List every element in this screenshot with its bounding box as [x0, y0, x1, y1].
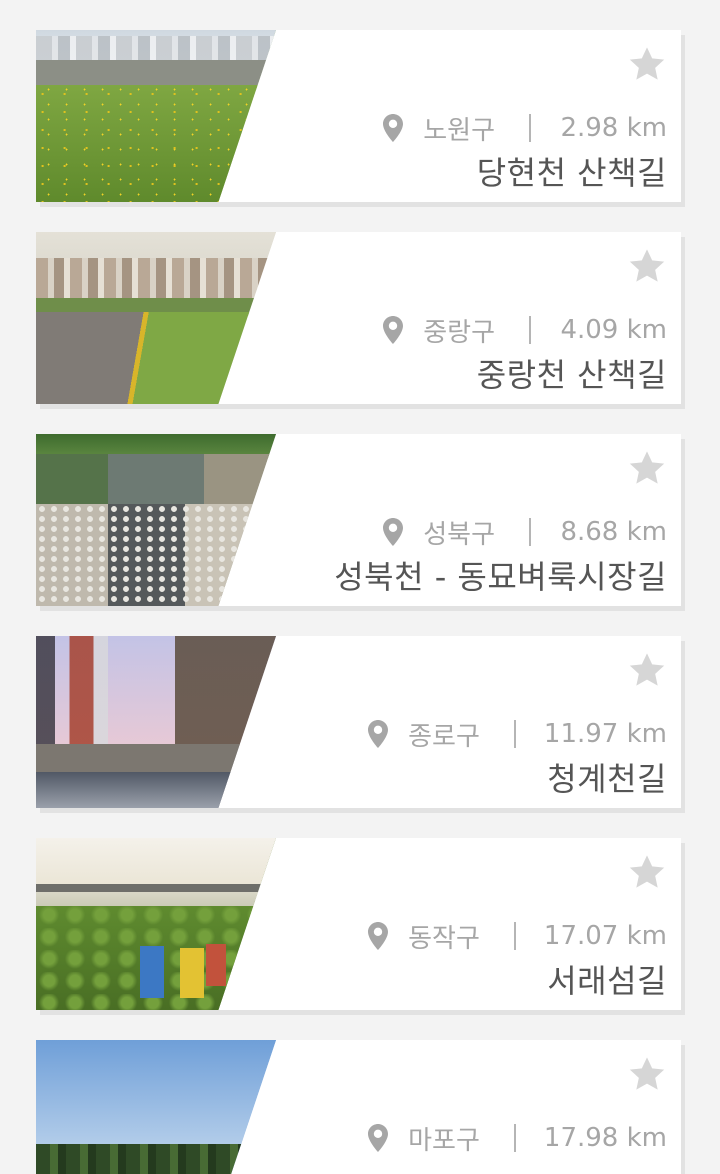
star-icon[interactable] — [627, 852, 667, 892]
divider — [513, 922, 516, 950]
divider — [529, 316, 531, 344]
map-pin-icon — [383, 114, 404, 142]
divider — [529, 114, 531, 142]
trail-photo — [36, 232, 276, 404]
district-label: 성북구 — [423, 519, 495, 550]
trail-name: 중랑천 산책길 — [476, 356, 667, 394]
trail-name: 서래섬길 — [547, 962, 667, 1000]
trail-meta: 종로구 11.97 km — [366, 716, 667, 752]
star-icon[interactable] — [627, 1054, 667, 1094]
trail-photo — [36, 636, 276, 808]
trail-meta: 마포구 17.98 km — [366, 1120, 667, 1156]
map-pin-icon — [368, 1124, 389, 1152]
trail-card[interactable]: 노원구 2.98 km 당현천 산책길 — [36, 30, 681, 202]
trail-photo — [36, 838, 276, 1010]
district-label: 중랑구 — [423, 317, 495, 348]
trail-card[interactable]: 마포구 17.98 km — [36, 1040, 681, 1174]
trail-name: 청계천길 — [547, 760, 667, 798]
map-pin-icon — [383, 518, 404, 546]
divider — [513, 720, 516, 748]
star-icon[interactable] — [627, 650, 667, 690]
star-icon[interactable] — [627, 246, 667, 286]
trail-name: 당현천 산책길 — [476, 154, 667, 192]
distance-label: 17.98 km — [543, 1123, 667, 1153]
distance-label: 17.07 km — [543, 921, 667, 951]
trail-card[interactable]: 성북구 8.68 km 성북천 - 동묘벼룩시장길 — [36, 434, 681, 606]
distance-label: 11.97 km — [543, 719, 667, 749]
map-pin-icon — [368, 720, 389, 748]
trail-meta: 노원구 2.98 km — [381, 110, 667, 146]
trail-card[interactable]: 중랑구 4.09 km 중랑천 산책길 — [36, 232, 681, 404]
district-label: 노원구 — [423, 115, 495, 146]
star-icon[interactable] — [627, 448, 667, 488]
trail-meta: 동작구 17.07 km — [366, 918, 667, 954]
trail-card[interactable]: 종로구 11.97 km 청계천길 — [36, 636, 681, 808]
divider — [529, 518, 531, 546]
trail-meta: 성북구 8.68 km — [381, 514, 667, 550]
district-label: 종로구 — [408, 721, 480, 752]
distance-label: 2.98 km — [560, 113, 667, 143]
distance-label: 8.68 km — [560, 517, 667, 547]
distance-label: 4.09 km — [560, 315, 667, 345]
trail-photo — [36, 30, 276, 202]
trail-list: 노원구 2.98 km 당현천 산책길 중랑구 4.09 km 중랑천 산책길 — [0, 0, 720, 1174]
district-label: 마포구 — [408, 1125, 480, 1156]
trail-meta: 중랑구 4.09 km — [381, 312, 667, 348]
district-label: 동작구 — [408, 923, 480, 954]
trail-photo — [36, 434, 276, 606]
map-pin-icon — [368, 922, 389, 950]
trail-name: 성북천 - 동묘벼룩시장길 — [334, 558, 667, 596]
trail-photo — [36, 1040, 276, 1174]
divider — [513, 1124, 516, 1152]
map-pin-icon — [383, 316, 404, 344]
trail-card[interactable]: 동작구 17.07 km 서래섬길 — [36, 838, 681, 1010]
star-icon[interactable] — [627, 44, 667, 84]
